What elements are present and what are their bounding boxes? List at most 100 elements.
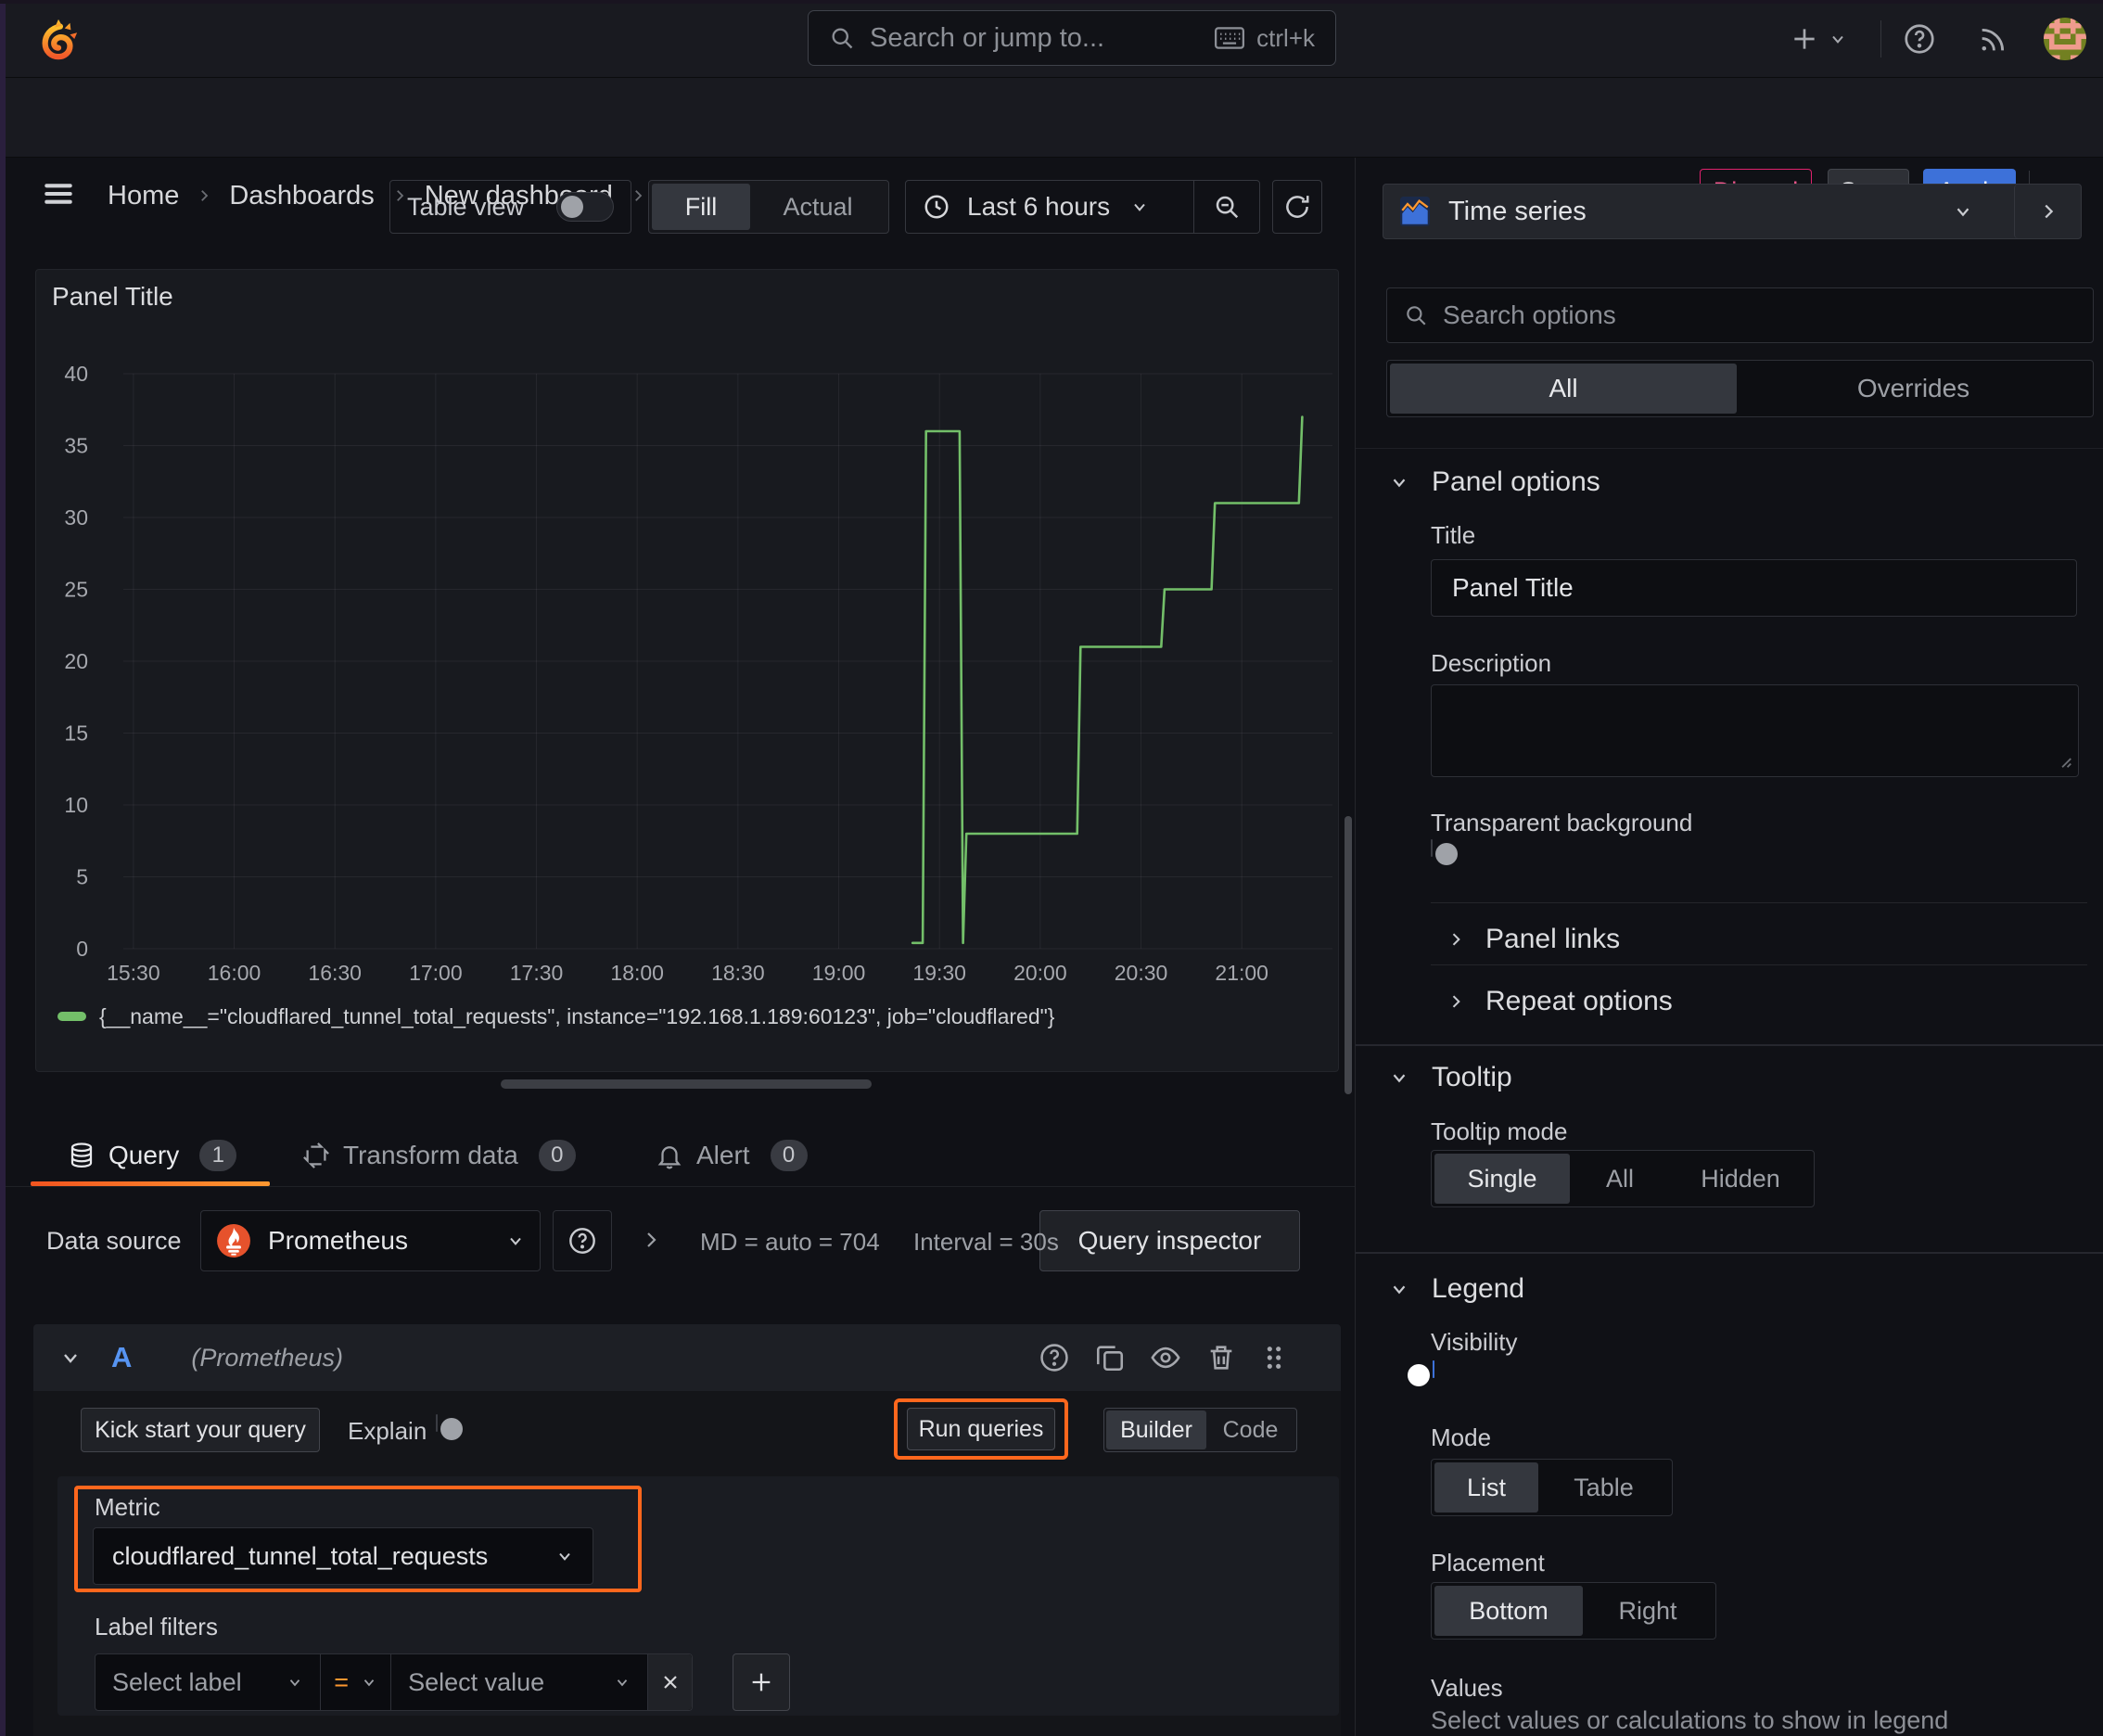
tab-transform-data[interactable]: Transform data 0	[302, 1133, 576, 1178]
topbar-divider	[1880, 20, 1881, 57]
tab-alert-count: 0	[770, 1140, 808, 1171]
kick-start-query-button[interactable]: Kick start your query	[81, 1408, 320, 1452]
grafana-logo-icon[interactable]	[37, 17, 80, 61]
visualization-select[interactable]: Time series	[1383, 185, 2014, 238]
keyboard-icon	[1214, 26, 1245, 50]
legend-placement-group: Bottom Right	[1431, 1582, 1716, 1640]
panel-options-section-header[interactable]: Panel options	[1389, 464, 1600, 501]
chevron-down-icon	[506, 1232, 525, 1250]
legend-placement-right[interactable]: Right	[1583, 1586, 1713, 1636]
transparent-background-toggle[interactable]	[1431, 839, 1458, 865]
datasource-picker[interactable]: Prometheus	[200, 1210, 541, 1271]
datasource-help-button[interactable]	[553, 1210, 612, 1271]
remove-query-trash-icon[interactable]	[1205, 1342, 1237, 1373]
chevron-down-icon	[1389, 1279, 1409, 1299]
panel-title[interactable]: Panel Title	[52, 282, 173, 312]
window-edge-top	[0, 0, 2103, 4]
tooltip-mode-single[interactable]: Single	[1434, 1154, 1570, 1204]
chart-panel: Panel Title 0 5 10 15 20 25 30 35 40 15:30 16:00 16…	[35, 269, 1339, 1072]
table-view-toggle[interactable]	[556, 192, 614, 222]
expand-stats-chevron-icon[interactable]	[640, 1229, 662, 1251]
hide-response-eye-icon[interactable]	[1150, 1342, 1181, 1373]
metric-highlight: Metric cloudflared_tunnel_total_requests	[74, 1486, 642, 1592]
interval-stat: Interval = 30s	[913, 1228, 1059, 1256]
news-rss-button[interactable]	[1977, 24, 2008, 56]
legend-series-marker[interactable]	[57, 1012, 86, 1021]
tooltip-section-header[interactable]: Tooltip	[1389, 1059, 1512, 1096]
panel-resize-handle[interactable]	[501, 1079, 872, 1089]
query-row-header[interactable]: A (Prometheus)	[33, 1324, 1341, 1391]
legend-series-label[interactable]: {__name__="cloudflared_tunnel_total_requ…	[99, 1004, 1054, 1029]
svg-text:5: 5	[76, 865, 88, 889]
builder-option[interactable]: Builder	[1106, 1410, 1206, 1449]
fill-option[interactable]: Fill	[652, 184, 750, 230]
remove-filter-button[interactable]	[647, 1654, 692, 1710]
label-filters-label: Label filters	[95, 1613, 218, 1640]
tab-overrides[interactable]: Overrides	[1737, 364, 2090, 414]
chevron-down-icon	[361, 1674, 377, 1691]
textarea-resize-handle-icon[interactable]	[2053, 749, 2073, 770]
zoom-out-button[interactable]	[1194, 181, 1259, 233]
metric-value: cloudflared_tunnel_total_requests	[112, 1541, 489, 1570]
run-queries-button[interactable]: Run queries	[907, 1408, 1055, 1450]
duplicate-query-icon[interactable]	[1094, 1342, 1126, 1373]
time-range-button[interactable]: Last 6 hours	[906, 181, 1193, 233]
database-icon	[68, 1142, 96, 1169]
avatar[interactable]	[2044, 18, 2086, 60]
datasource-label: Data source	[46, 1227, 182, 1255]
refresh-button[interactable]	[1272, 180, 1322, 234]
collapse-options-pane-button[interactable]	[2014, 185, 2081, 238]
select-value-dropdown[interactable]: Select value	[390, 1654, 647, 1710]
code-option[interactable]: Code	[1206, 1410, 1294, 1449]
select-label-dropdown[interactable]: Select label	[96, 1654, 320, 1710]
plus-icon	[1790, 24, 1819, 54]
svg-text:16:30: 16:30	[308, 961, 362, 984]
legend-mode-table[interactable]: Table	[1538, 1462, 1669, 1513]
menu-toggle-button[interactable]	[41, 176, 76, 211]
select-value-placeholder: Select value	[408, 1667, 545, 1696]
time-series-chart[interactable]: 0 5 10 15 20 25 30 35 40 15:30 16:00 16:30 17:00 17:3…	[36, 335, 1338, 984]
legend-visibility-toggle[interactable]	[1408, 1360, 1434, 1386]
query-datasource-hint: (Prometheus)	[191, 1343, 343, 1372]
builder-code-group: Builder Code	[1103, 1408, 1297, 1452]
panel-description-textarea[interactable]	[1431, 684, 2079, 777]
metric-label: Metric	[95, 1493, 160, 1521]
breadcrumb-home[interactable]: Home	[108, 181, 179, 211]
query-inspector-button[interactable]: Query inspector	[1039, 1210, 1300, 1271]
panel-title-input[interactable]	[1431, 559, 2077, 617]
repeat-options-section-header[interactable]: Repeat options	[1447, 983, 1673, 1020]
panel-options-header-label: Panel options	[1432, 466, 1600, 497]
tab-query-active-indicator	[31, 1181, 270, 1186]
help-button[interactable]	[1903, 22, 1936, 56]
tab-all[interactable]: All	[1390, 364, 1737, 414]
tooltip-mode-all[interactable]: All	[1570, 1154, 1670, 1204]
operator-value: =	[334, 1667, 350, 1696]
drag-query-grip-icon[interactable]	[1261, 1342, 1287, 1373]
svg-text:15: 15	[64, 721, 88, 746]
legend-placement-bottom[interactable]: Bottom	[1434, 1586, 1583, 1636]
add-filter-button[interactable]	[733, 1653, 790, 1711]
global-search-box[interactable]: Search or jump to... ctrl+k	[808, 10, 1336, 66]
legend-mode-list[interactable]: List	[1434, 1462, 1538, 1513]
query-help-icon[interactable]	[1039, 1342, 1070, 1373]
vertical-scrollbar[interactable]	[1345, 816, 1352, 1094]
legend-section-header[interactable]: Legend	[1389, 1270, 1524, 1308]
chevron-right-icon	[1447, 930, 1465, 949]
tab-alert[interactable]: Alert 0	[656, 1133, 808, 1178]
sidebar-divider	[1431, 964, 2087, 965]
operator-dropdown[interactable]: =	[320, 1654, 390, 1710]
explain-label: Explain	[348, 1417, 427, 1445]
tooltip-mode-hidden[interactable]: Hidden	[1670, 1154, 1811, 1204]
svg-text:10: 10	[64, 793, 88, 817]
collapse-query-chevron-icon[interactable]	[59, 1347, 82, 1369]
search-options-box[interactable]: Search options	[1386, 287, 2094, 343]
panel-links-section-header[interactable]: Panel links	[1447, 921, 1620, 958]
tab-query[interactable]: Query 1	[68, 1133, 237, 1178]
svg-text:25: 25	[64, 578, 88, 602]
new-button[interactable]	[1790, 20, 1847, 57]
breadcrumb-dashboards[interactable]: Dashboards	[229, 181, 374, 211]
tooltip-mode-group: Single All Hidden	[1431, 1150, 1815, 1207]
metric-select[interactable]: cloudflared_tunnel_total_requests	[93, 1527, 593, 1585]
actual-option[interactable]: Actual	[750, 184, 886, 230]
explain-toggle[interactable]	[436, 1414, 463, 1440]
